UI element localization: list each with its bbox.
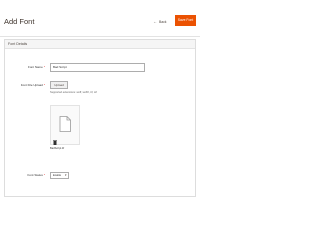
header-divider <box>0 36 200 37</box>
font-file-label-text: Font File Upload <box>20 83 43 87</box>
panel-header: Font Details <box>5 40 195 49</box>
font-name-input[interactable]: Bad Script <box>50 63 145 72</box>
font-status-value: Enable <box>53 174 62 177</box>
trash-icon[interactable] <box>53 140 57 145</box>
upload-button[interactable]: Upload <box>50 81 68 89</box>
document-icon <box>59 116 71 132</box>
page-title: Add Font <box>4 17 35 26</box>
chevron-down-icon: ▾ <box>64 173 67 177</box>
back-button[interactable]: ← Back <box>153 19 167 24</box>
uploaded-file-name: BadScript.ttf <box>50 147 65 150</box>
panel-title: Font Details <box>8 41 28 46</box>
font-name-label: Font Name* <box>5 65 45 69</box>
font-status-select[interactable]: Enable ▾ <box>50 172 69 179</box>
required-marker: * <box>43 65 45 69</box>
save-font-button[interactable]: Save Font <box>175 15 196 26</box>
required-marker: * <box>43 83 45 87</box>
supported-extensions-note: Supported extensions: woff, woff2, ttf, … <box>50 91 97 94</box>
font-file-label: Font File Upload* <box>5 83 45 87</box>
back-arrow-icon: ← <box>153 19 157 24</box>
back-button-label: Back <box>158 20 167 24</box>
file-preview <box>50 105 80 145</box>
font-name-label-text: Font Name <box>27 65 43 69</box>
required-marker: * <box>43 173 45 177</box>
font-status-label-text: Font Status <box>27 173 43 177</box>
font-status-label: Font Status* <box>5 173 45 177</box>
